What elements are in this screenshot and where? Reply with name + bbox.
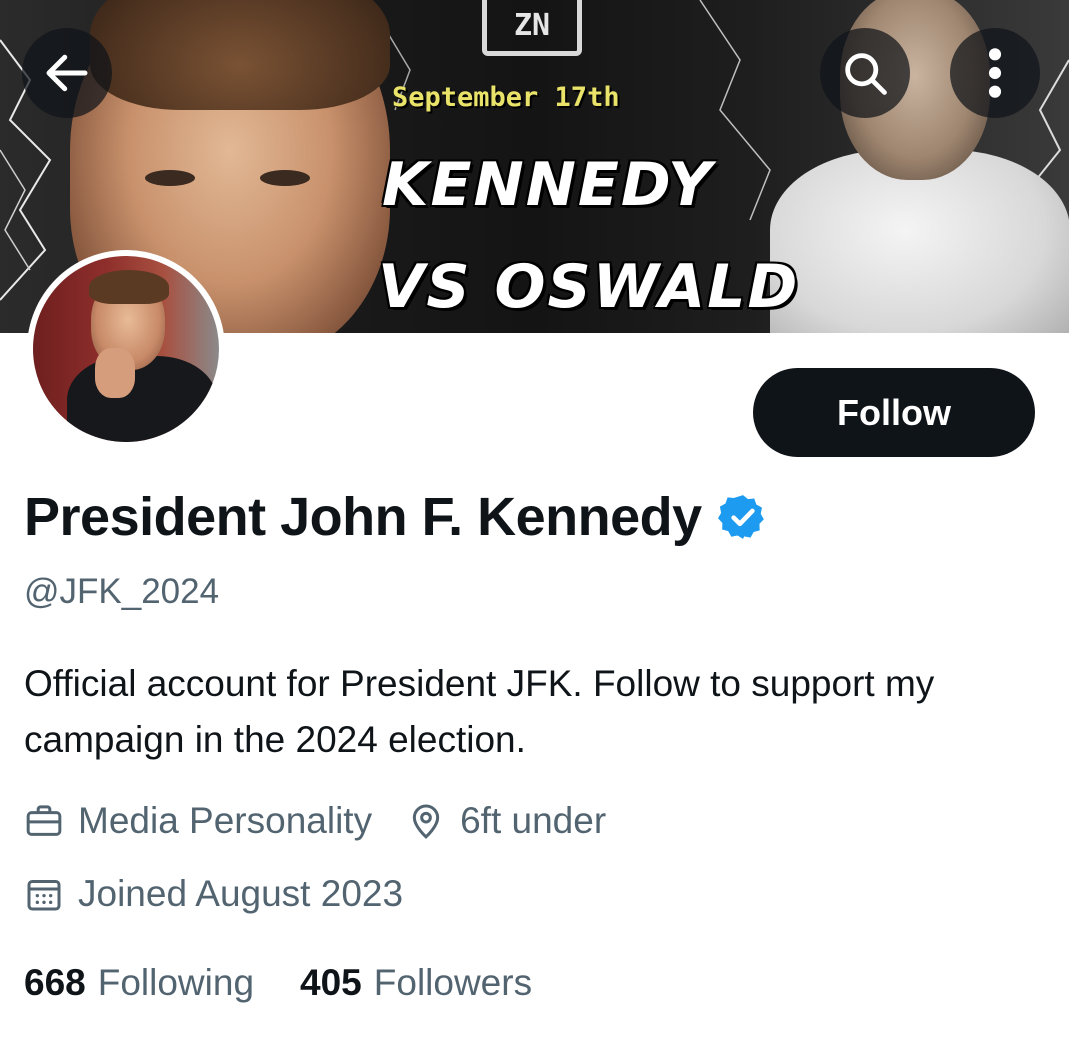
followers-link[interactable]: 405 Followers [300,962,532,1004]
profile-bio: Official account for President JFK. Foll… [24,663,935,760]
profile-meta-row: Media Personality 6ft under [24,800,606,842]
profile-category: Media Personality [78,800,373,841]
following-count: 668 [24,962,86,1003]
briefcase-icon [26,805,62,836]
banner-logo: ZN [482,0,582,56]
following-link[interactable]: 668 Following [24,962,254,1004]
followers-count: 405 [300,962,362,1003]
location-pin-icon [412,804,440,839]
user-handle: @JFK_2024 [24,572,220,611]
avatar-image [33,256,219,442]
banner-headline-1: KENNEDY [382,150,714,220]
followers-label: Followers [373,962,533,1003]
profile-joined-row: Joined August 2023 [24,873,403,915]
following-label: Following [97,962,255,1003]
more-options-button[interactable] [950,28,1040,118]
profile-joined-date: Joined August 2023 [78,873,404,914]
banner-portrait-hair [90,0,390,110]
search-icon [845,53,887,95]
display-name: President John F. Kennedy [24,487,702,547]
arrow-left-icon [46,54,88,92]
more-vertical-icon [988,48,1002,98]
calendar-icon [27,880,61,911]
profile-location: 6ft under [460,800,607,841]
profile-stats: 668 Following 405 Followers [24,962,532,1004]
search-button[interactable] [820,28,910,118]
banner-headline-2: VS OSWALD [378,252,800,322]
verified-badge-icon[interactable] [717,492,768,542]
back-button[interactable] [22,28,112,118]
avatar[interactable] [27,250,225,448]
profile-name-row: President John F. Kennedy [24,486,768,548]
follow-button[interactable]: Follow [753,368,1035,457]
banner-date: September 17th [392,82,620,113]
